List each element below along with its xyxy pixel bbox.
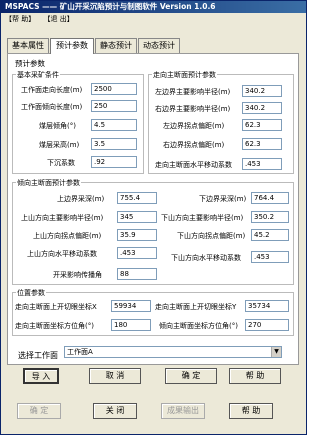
- strike-horizontal-coef-label: 走向主断面水平移动系数: [155, 161, 232, 169]
- dip-main-group: 倾向主断面预计参数 上边界采深(m) 755.4 下边界采深(m) 764.4 …: [12, 178, 294, 285]
- position-group: 位置参数 走向主断面上开切眼坐标X 59934 走向主断面上开切眼坐标Y 357…: [12, 288, 294, 336]
- prediction-params-panel: 预计参数 基本采矿条件 工作面走向长度(m) 2500 工作面倾向长度(m) 2…: [7, 53, 299, 365]
- up-horizontal-coef-field[interactable]: .453: [117, 247, 157, 259]
- select-face-label: 选择工作面: [18, 351, 58, 360]
- import-button[interactable]: 导 入: [23, 368, 59, 384]
- right-radius-label: 右边界主要影响半径(m): [155, 105, 231, 113]
- left-offset-field[interactable]: 62.3: [242, 119, 282, 131]
- basic-conditions-title: 基本采矿条件: [16, 70, 60, 80]
- cancel-button[interactable]: 取 消: [89, 368, 141, 384]
- strike-azimuth-label: 走向主断面坐标方位角(°): [15, 322, 94, 330]
- export-results-button[interactable]: 成果输出: [161, 403, 205, 419]
- up-radius-field[interactable]: 345: [117, 211, 157, 223]
- strike-azimuth-field[interactable]: 180: [111, 319, 151, 331]
- confirm-button[interactable]: 确 定: [17, 403, 61, 419]
- up-offset-label: 上山方向拐点偏距(m): [33, 232, 102, 240]
- up-horizontal-coef-label: 上山方向水平移动系数: [27, 250, 97, 258]
- main-window: MSPACS —— 矿山开采沉陷预计与制图软件 Version 1.0.6 【帮…: [0, 0, 307, 435]
- up-depth-field[interactable]: 755.4: [117, 192, 157, 204]
- select-face-dropdown[interactable]: 工作面A ▼: [64, 346, 282, 358]
- position-title: 位置参数: [16, 288, 46, 298]
- menu-exit[interactable]: 【退 出】: [43, 15, 73, 23]
- strike-up-y-label: 走向主断面上开切眼坐标Y: [155, 303, 237, 311]
- dip-length-field[interactable]: 250: [91, 100, 137, 112]
- up-offset-field[interactable]: 35.9: [117, 229, 157, 241]
- seam-thickness-field[interactable]: 3.5: [91, 138, 137, 150]
- ok-button[interactable]: 确 定: [165, 368, 217, 384]
- down-depth-label: 下边界采深(m): [199, 195, 247, 203]
- seam-dip-field[interactable]: 4.5: [91, 119, 137, 131]
- down-offset-label: 下山方向拐点偏距(m): [177, 232, 246, 240]
- strike-main-title: 走向主断面预计参数: [152, 70, 217, 80]
- tab-static-prediction[interactable]: 静态预计: [95, 38, 137, 53]
- dip-main-title: 倾向主断面预计参数: [16, 178, 81, 188]
- down-offset-field[interactable]: 45.2: [251, 229, 289, 241]
- bottom-help-button[interactable]: 帮 助: [229, 403, 273, 419]
- up-radius-label: 上山方向主要影响半径(m): [21, 214, 104, 222]
- panel-help-button[interactable]: 帮 助: [229, 368, 281, 384]
- left-radius-label: 左边界主要影响半径(m): [155, 88, 231, 96]
- down-radius-label: 下山方向主要影响半径(m): [161, 214, 244, 222]
- chevron-down-icon[interactable]: ▼: [271, 347, 281, 357]
- strike-up-x-field[interactable]: 59934: [111, 300, 151, 312]
- strike-length-label: 工作面走向长度(m): [21, 86, 83, 94]
- dip-azimuth-label: 倾向主断面坐标方位角(°): [159, 322, 238, 330]
- down-horizontal-coef-label: 下山方向水平移动系数: [171, 254, 241, 262]
- strike-up-y-field[interactable]: 35734: [245, 300, 289, 312]
- subsidence-coef-label: 下沉系数: [47, 159, 75, 167]
- tab-prediction-params[interactable]: 预计参数: [50, 38, 94, 54]
- subsidence-coef-field[interactable]: .92: [91, 156, 137, 168]
- strike-length-field[interactable]: 2500: [91, 83, 137, 95]
- influence-angle-field[interactable]: 88: [117, 268, 157, 280]
- select-face-value: 工作面A: [67, 348, 93, 356]
- window-title: MSPACS —— 矿山开采沉陷预计与制图软件 Version 1.0.6: [1, 1, 306, 13]
- close-button[interactable]: 关 闭: [93, 403, 137, 419]
- seam-thickness-label: 煤层采高(m): [39, 141, 80, 149]
- down-horizontal-coef-field[interactable]: .453: [251, 251, 289, 263]
- menu-bar: 【帮 助】 【退 出】: [1, 13, 306, 26]
- basic-conditions-group: 基本采矿条件 工作面走向长度(m) 2500 工作面倾向长度(m) 250 煤层…: [12, 70, 144, 174]
- tab-basic-properties[interactable]: 基本属性: [7, 38, 49, 53]
- down-radius-field[interactable]: 350.2: [251, 211, 289, 223]
- tab-dynamic-prediction[interactable]: 动态预计: [138, 38, 180, 53]
- influence-angle-label: 开采影响传播角: [53, 271, 102, 279]
- down-depth-field[interactable]: 764.4: [251, 192, 289, 204]
- strike-main-group: 走向主断面预计参数 左边界主要影响半径(m) 340.2 右边界主要影响半径(m…: [148, 70, 294, 174]
- right-offset-label: 右边界拐点偏距(m): [163, 141, 225, 149]
- right-offset-field[interactable]: 62.3: [242, 138, 282, 150]
- panel-title: 预计参数: [15, 59, 45, 68]
- strike-horizontal-coef-field[interactable]: .453: [242, 158, 282, 170]
- left-offset-label: 左边界拐点偏距(m): [163, 122, 225, 130]
- left-radius-field[interactable]: 340.2: [242, 85, 282, 97]
- seam-dip-label: 煤层倾角(°): [39, 122, 76, 130]
- up-depth-label: 上边界采深(m): [57, 195, 105, 203]
- menu-help[interactable]: 【帮 助】: [5, 15, 35, 23]
- dip-azimuth-field[interactable]: 270: [245, 319, 289, 331]
- right-radius-field[interactable]: 340.2: [242, 102, 282, 114]
- strike-up-x-label: 走向主断面上开切眼坐标X: [15, 303, 97, 311]
- dip-length-label: 工作面倾向长度(m): [21, 103, 83, 111]
